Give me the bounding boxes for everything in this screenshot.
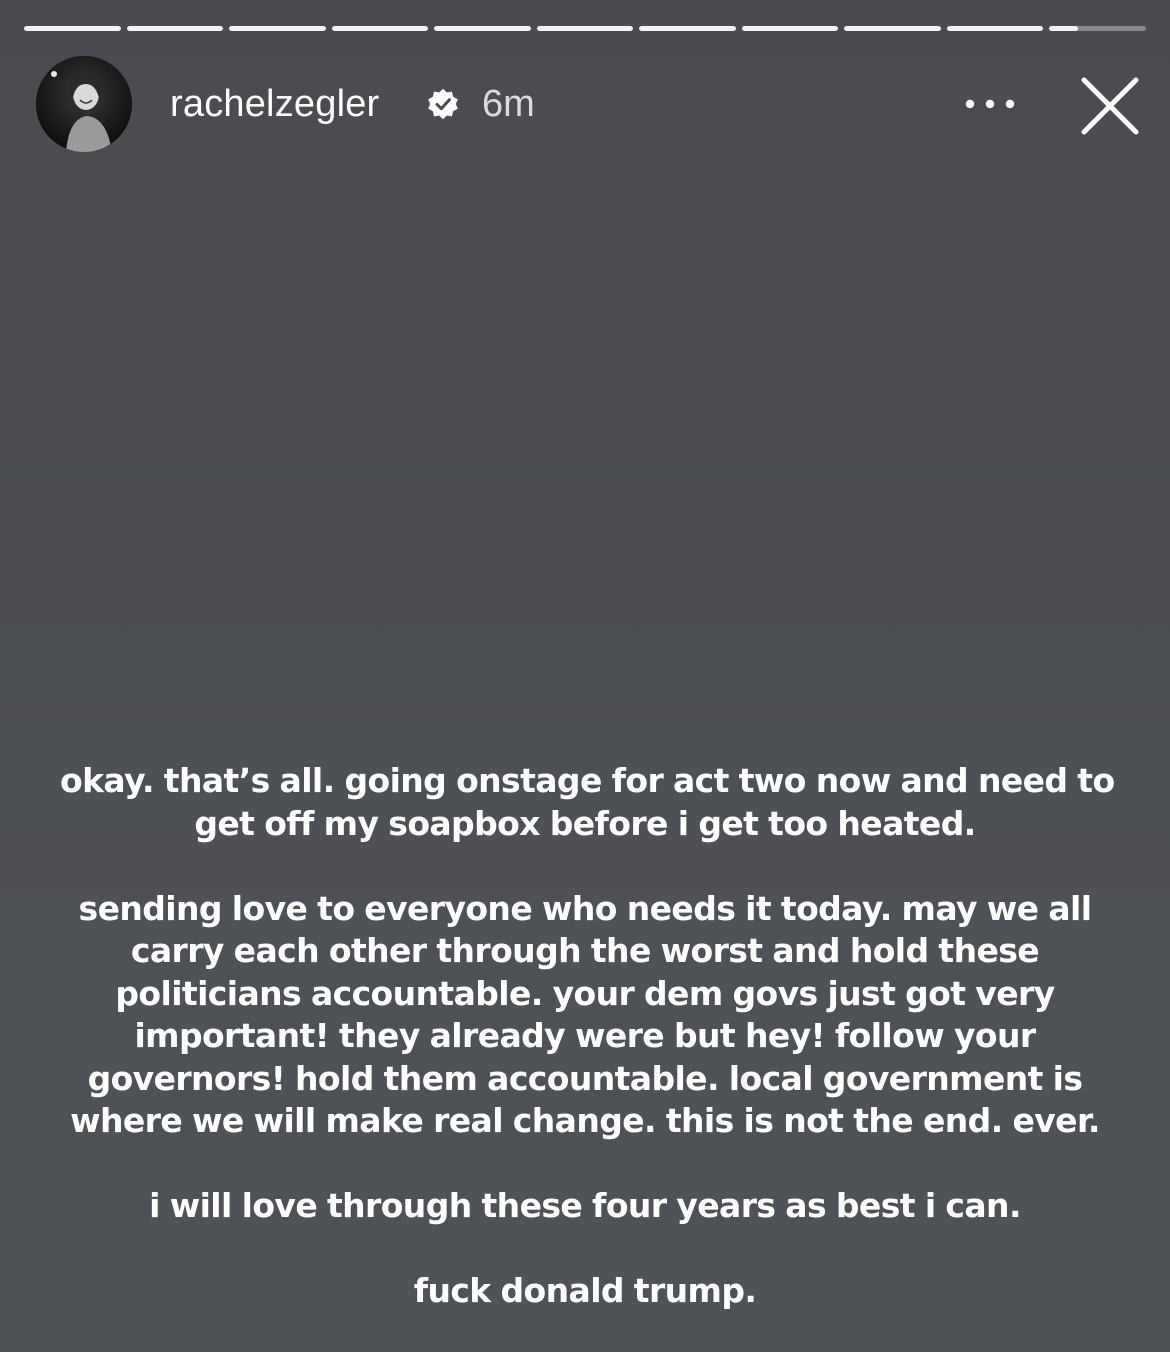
progress-segment	[844, 26, 941, 31]
progress-segment	[536, 26, 634, 31]
caption-line: fuck donald trump.	[413, 1271, 757, 1310]
progress-segment-fill	[126, 26, 224, 31]
progress-segment	[434, 26, 531, 31]
story-viewer[interactable]: rachelzegler 6m okay. that’s all. going …	[0, 0, 1170, 1352]
progress-segment-fill	[946, 26, 1044, 31]
post-timestamp: 6m	[482, 83, 535, 125]
progress-segment-fill	[24, 26, 121, 31]
progress-segment-fill	[1049, 26, 1079, 31]
progress-segment	[741, 26, 839, 31]
more-options-button[interactable]	[960, 86, 1020, 122]
story-progress-bar	[24, 26, 1147, 32]
progress-segment-fill	[639, 26, 736, 31]
progress-segment-fill	[741, 26, 839, 31]
caption-paragraph-break	[60, 1143, 1110, 1186]
close-story-button[interactable]	[1078, 74, 1142, 138]
progress-segment	[946, 26, 1044, 31]
caption-line: sending love to everyone who needs it to…	[78, 888, 1092, 928]
avatar-photo	[36, 56, 132, 152]
caption-line: get off my soapbox before i get too heat…	[194, 803, 976, 843]
caption-paragraph-break	[60, 845, 1110, 888]
progress-segment	[639, 26, 736, 31]
story-caption-text: okay. that’s all. going onstage for act …	[60, 760, 1115, 1313]
verified-badge-icon	[426, 87, 460, 121]
caption-line: important! they already were but hey! fo…	[134, 1016, 1036, 1055]
close-icon	[1081, 77, 1139, 135]
progress-segment-fill	[844, 26, 941, 31]
username[interactable]: rachelzegler	[170, 82, 379, 126]
caption-line: okay. that’s all. going onstage for act …	[60, 761, 1115, 800]
story-header: rachelzegler 6m	[36, 56, 1146, 152]
caption-line: i will love through these four years as …	[149, 1186, 1021, 1225]
progress-segment	[331, 26, 429, 31]
caption-line: politicians accountable. your dem govs j…	[115, 973, 1055, 1013]
caption-line: where we will make real change. this is …	[70, 1101, 1100, 1140]
progress-segment-fill	[434, 26, 531, 31]
progress-segment	[229, 26, 326, 31]
progress-segment-fill	[331, 26, 429, 31]
more-options-icon	[965, 99, 1015, 109]
progress-segment	[1049, 26, 1147, 31]
progress-segment-fill	[536, 26, 634, 31]
progress-segment	[126, 26, 224, 31]
caption-paragraph-break	[60, 1228, 1110, 1271]
profile-avatar[interactable]	[36, 56, 132, 152]
progress-segment-fill	[229, 26, 326, 31]
caption-line: governors! hold them accountable. local …	[87, 1058, 1083, 1098]
progress-segment	[24, 26, 121, 31]
caption-line: carry each other through the worst and h…	[130, 931, 1040, 970]
